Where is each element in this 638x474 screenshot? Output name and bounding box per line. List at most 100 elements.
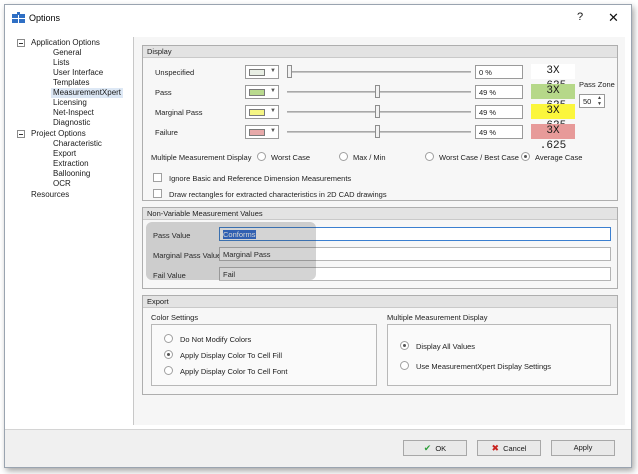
cell-font-label: Apply Display Color To Cell Font	[180, 367, 288, 376]
slider-thumb[interactable]	[287, 65, 292, 78]
draw-rectangles-label: Draw rectangles for extracted characteri…	[169, 190, 387, 199]
pass-label: Pass	[155, 88, 172, 97]
display-all-label: Display All Values	[416, 342, 476, 351]
checkmark-icon: ✔	[423, 443, 432, 453]
failure-label: Failure	[155, 128, 178, 137]
collapse-project-icon[interactable]	[17, 130, 25, 138]
radio-max-min[interactable]	[339, 152, 348, 161]
color-settings-box: Do Not Modify Colors Apply Display Color…	[151, 324, 377, 386]
pass-percent[interactable]: 49 %	[475, 85, 523, 99]
marginal-pass-label: Marginal Pass	[155, 108, 203, 117]
radio-use-mx-settings[interactable]	[400, 361, 409, 370]
dialog-footer: ✔ OK ✖ Cancel Apply	[5, 429, 631, 467]
pass-zone-stepper[interactable]: 50 ▲ ▼	[579, 94, 605, 108]
marginal-pass-color-dropdown[interactable]: ▼	[245, 105, 279, 119]
radio-cell-fill[interactable]	[164, 350, 173, 359]
display-group: Display Unspecified ▼ 0 % 3X .625 Pass ▼	[142, 45, 618, 201]
unspecified-swatch	[249, 69, 265, 76]
cancel-label: Cancel	[503, 444, 527, 453]
tree-item-application-options[interactable]: Application Options	[31, 38, 100, 48]
cancel-button[interactable]: ✖ Cancel	[477, 440, 541, 456]
failure-slider[interactable]	[287, 124, 471, 140]
tree-item-ballooning[interactable]: Ballooning	[53, 169, 90, 179]
chevron-down-icon: ▼	[270, 68, 276, 74]
ignore-basic-checkbox[interactable]	[153, 173, 162, 182]
pass-swatch	[249, 89, 265, 96]
export-header: Export	[143, 296, 617, 308]
unspecified-slider[interactable]	[287, 64, 471, 80]
pass-slider[interactable]	[287, 84, 471, 100]
do-not-modify-label: Do Not Modify Colors	[180, 335, 252, 344]
tree-item-net-inspect[interactable]: Net-Inspect	[53, 108, 94, 118]
ok-button[interactable]: ✔ OK	[403, 440, 467, 456]
tree-item-user-interface[interactable]: User Interface	[53, 68, 103, 78]
worst-best-label: Worst Case / Best Case	[439, 153, 519, 162]
x-icon: ✖	[491, 443, 500, 453]
tree-item-extraction[interactable]: Extraction	[53, 159, 89, 169]
pass-zone-label: Pass Zone	[579, 80, 615, 89]
puzzle-icon	[12, 12, 25, 23]
failure-swatch	[249, 129, 265, 136]
radio-worst-case[interactable]	[257, 152, 266, 161]
window-title: Options	[29, 13, 61, 23]
marginal-pass-slider[interactable]	[287, 104, 471, 120]
slider-thumb[interactable]	[375, 105, 380, 118]
failure-sample: 3X .625	[531, 124, 575, 152]
options-dialog: Options ? ✕ Application Options General …	[4, 4, 632, 468]
marginal-pass-swatch	[249, 109, 265, 116]
unspecified-color-dropdown[interactable]: ▼	[245, 65, 279, 79]
title-bar: Options ? ✕	[5, 5, 631, 31]
radio-do-not-modify[interactable]	[164, 334, 173, 343]
display-header: Display	[143, 46, 617, 58]
help-button[interactable]: ?	[577, 11, 583, 23]
ok-label: OK	[435, 444, 447, 453]
marginal-pass-sample: 3X .625	[531, 104, 575, 132]
worst-case-label: Worst Case	[271, 153, 311, 162]
unspecified-percent[interactable]: 0 %	[475, 65, 523, 79]
chevron-down-icon: ▼	[270, 128, 276, 134]
multiple-measurement-label: Multiple Measurement Display	[151, 153, 252, 162]
cell-fill-label: Apply Display Color To Cell Fill	[180, 351, 282, 360]
highlight-overlay	[146, 222, 316, 280]
nonvariable-header: Non-Variable Measurement Values	[143, 208, 617, 220]
export-group: Export Color Settings Do Not Modify Colo…	[142, 295, 618, 395]
draw-rectangles-checkbox[interactable]	[153, 189, 162, 198]
pass-zone-value: 50	[583, 97, 592, 106]
export-mmd-box: Display All Values Use MeasurementXpert …	[387, 324, 611, 386]
options-tree: Application Options General Lists User I…	[15, 35, 129, 415]
radio-cell-font[interactable]	[164, 366, 173, 375]
marginal-pass-percent[interactable]: 49 %	[475, 105, 523, 119]
tree-item-measurementxpert[interactable]: MeasurementXpert	[51, 88, 124, 98]
ignore-basic-label: Ignore Basic and Reference Dimension Mea…	[169, 174, 352, 183]
chevron-down-icon: ▼	[270, 88, 276, 94]
slider-thumb[interactable]	[375, 85, 380, 98]
chevron-down-icon: ▼	[270, 108, 276, 114]
tree-item-licensing[interactable]: Licensing	[53, 98, 87, 108]
radio-average-case[interactable]	[521, 152, 530, 161]
use-mx-settings-label: Use MeasurementXpert Display Settings	[416, 362, 552, 371]
pass-color-dropdown[interactable]: ▼	[245, 85, 279, 99]
tree-item-diagnostic[interactable]: Diagnostic	[53, 118, 90, 128]
stepper-arrows-icon[interactable]: ▲ ▼	[597, 95, 602, 107]
collapse-application-icon[interactable]	[17, 39, 25, 47]
radio-display-all[interactable]	[400, 341, 409, 350]
tree-item-general[interactable]: General	[53, 48, 81, 58]
tree-item-ocr[interactable]: OCR	[53, 179, 71, 189]
pass-sample: 3X .625	[531, 84, 575, 112]
failure-percent[interactable]: 49 %	[475, 125, 523, 139]
tree-item-project-options[interactable]: Project Options	[31, 129, 86, 139]
failure-color-dropdown[interactable]: ▼	[245, 125, 279, 139]
tree-item-export[interactable]: Export	[53, 149, 76, 159]
export-mmd-label: Multiple Measurement Display	[387, 313, 488, 322]
close-button[interactable]: ✕	[608, 10, 619, 26]
radio-worst-best[interactable]	[425, 152, 434, 161]
tree-item-characteristic[interactable]: Characteristic	[53, 139, 102, 149]
color-settings-label: Color Settings	[151, 313, 199, 322]
average-case-label: Average Case	[535, 153, 583, 162]
tree-item-lists[interactable]: Lists	[53, 58, 69, 68]
slider-thumb[interactable]	[375, 125, 380, 138]
tree-item-resources[interactable]: Resources	[31, 190, 69, 200]
tree-item-templates[interactable]: Templates	[53, 78, 89, 88]
max-min-label: Max / Min	[353, 153, 386, 162]
apply-button[interactable]: Apply	[551, 440, 615, 456]
